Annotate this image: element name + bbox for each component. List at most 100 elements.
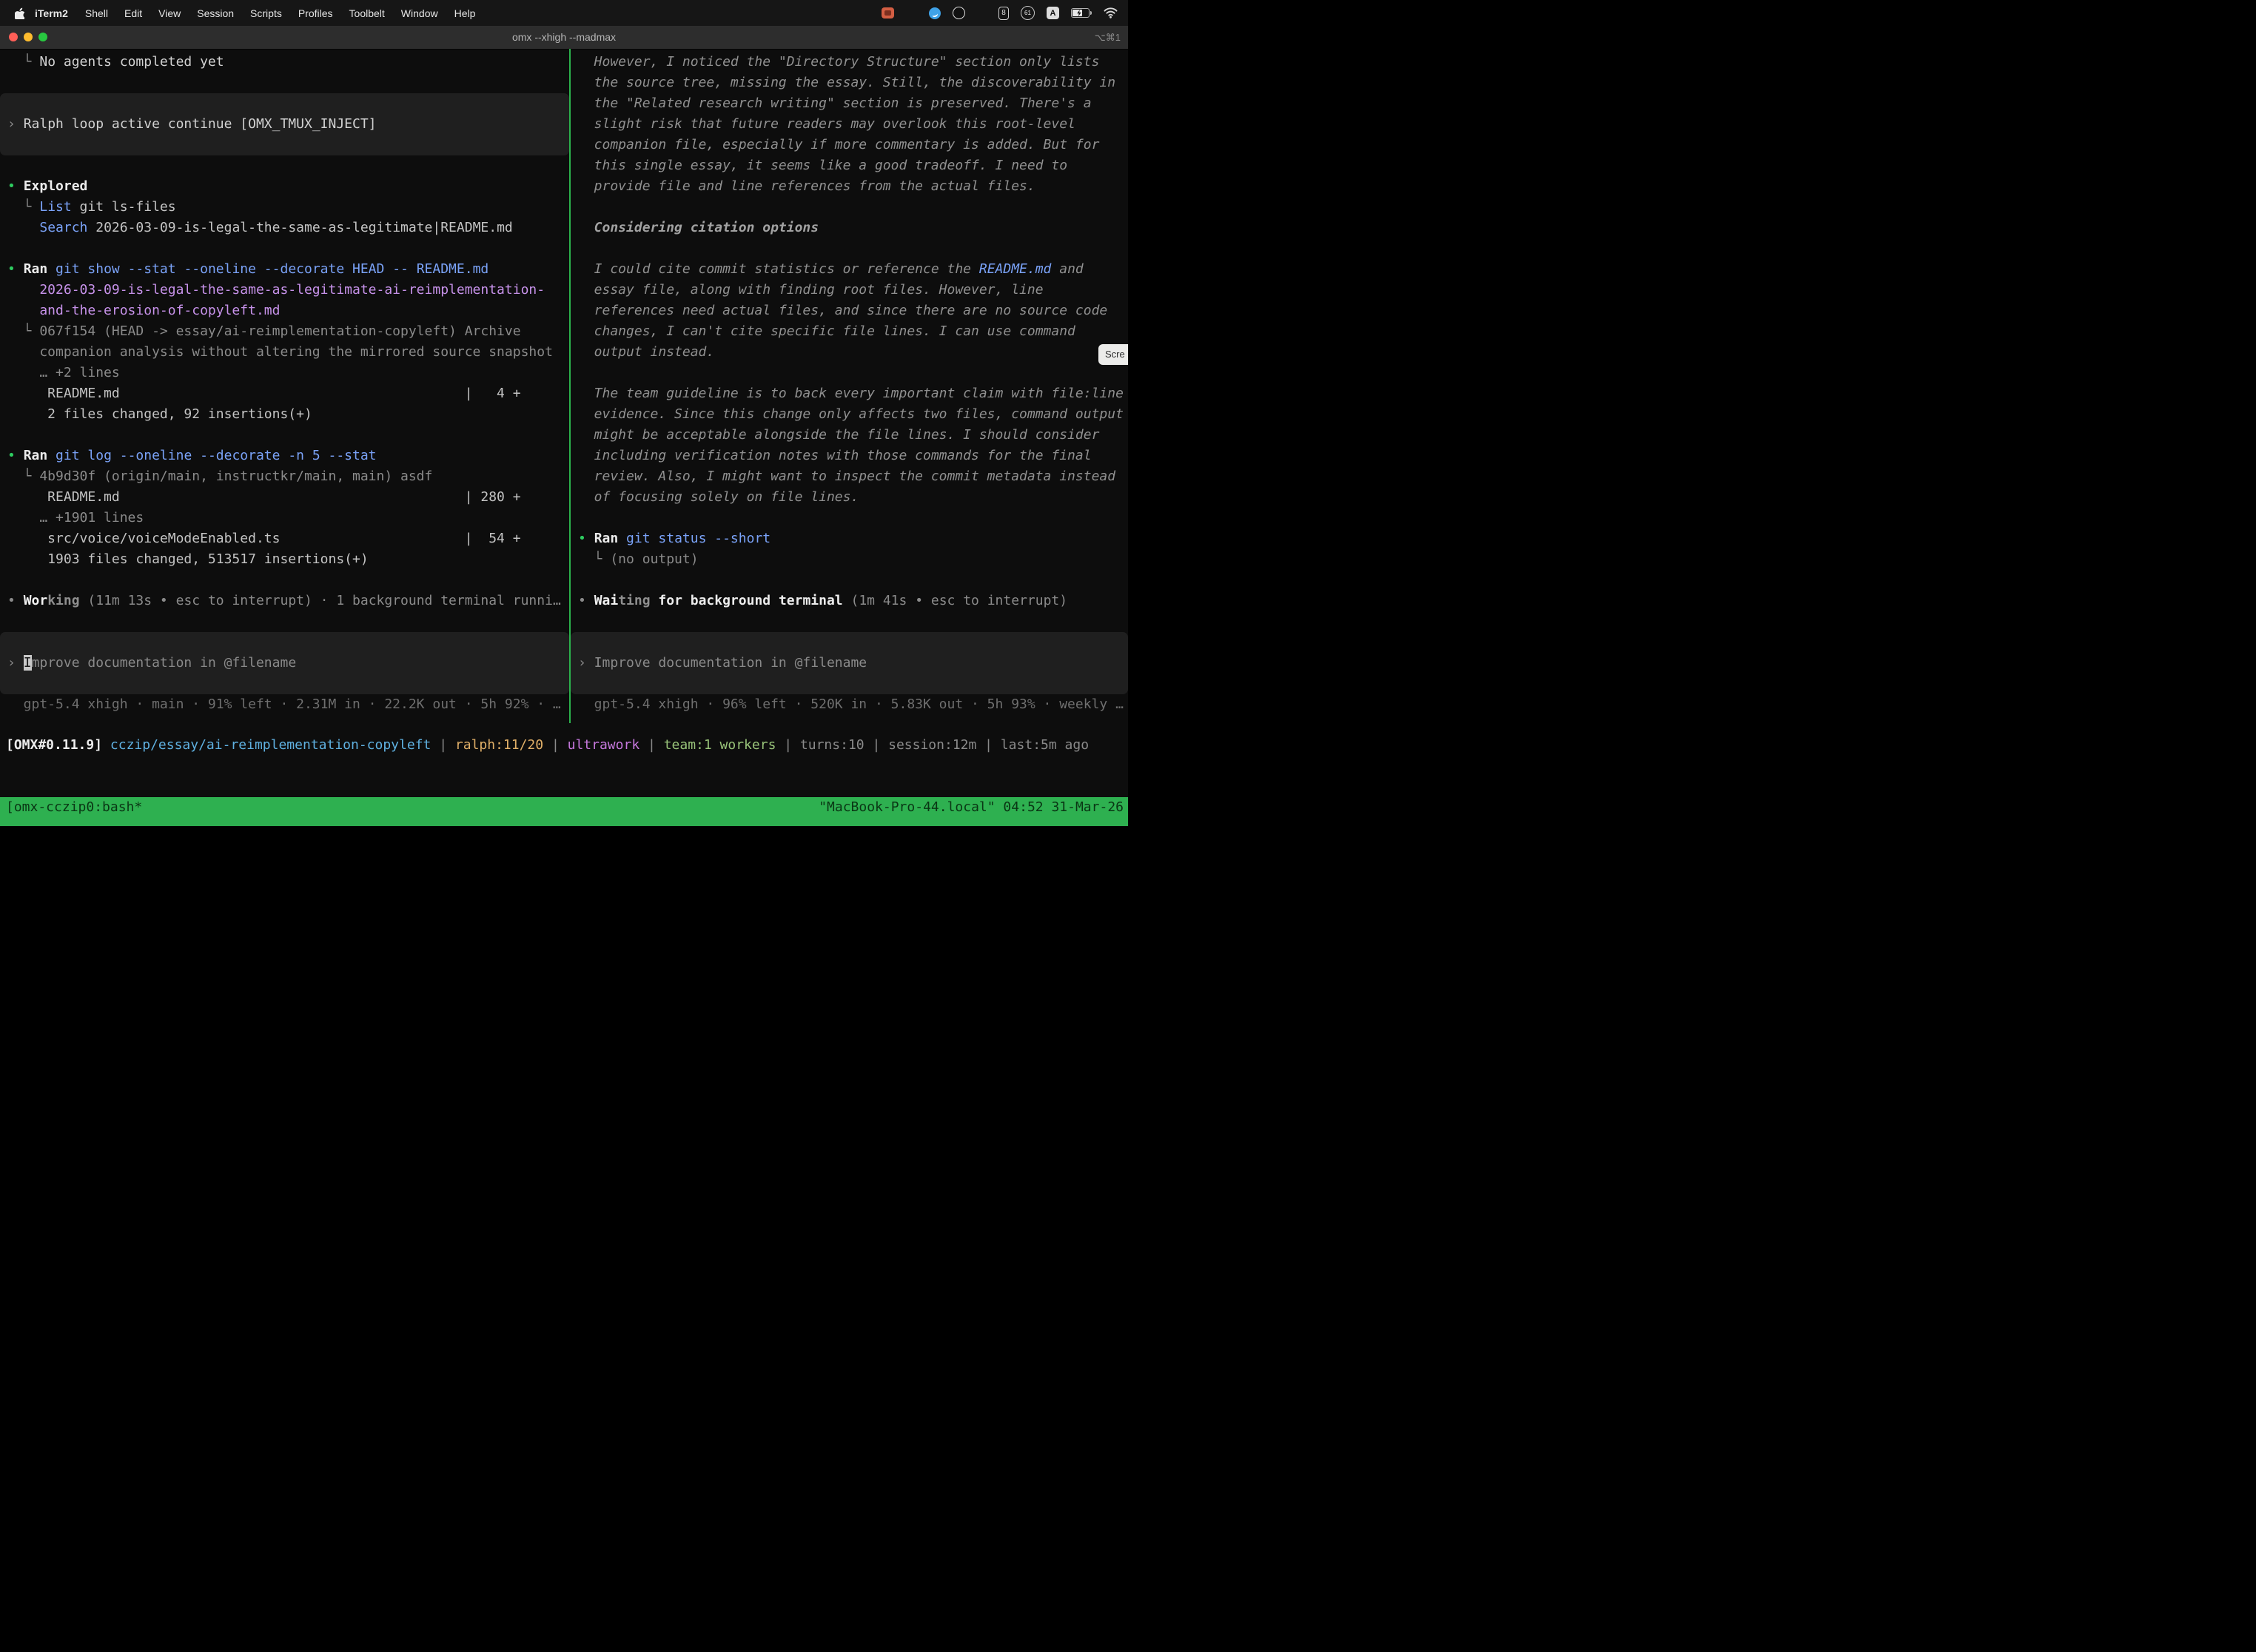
text-segment: 2026-03-09-is-legal-the-same-as-legitima… [87,220,512,235]
gauge-icon[interactable]: 61 [1021,6,1035,20]
text-segment: including verification notes with those … [578,448,1092,463]
text-segment: of focusing solely on file lines. [578,489,859,505]
terminal-line: references need actual files, and since … [571,300,1128,321]
menu-item-toolbelt[interactable]: Toolbelt [341,7,393,19]
screen-overlay-button[interactable]: Scre [1098,344,1128,365]
text-segment: review. Also, I might want to inspect th… [578,469,1115,484]
text-segment: the "Related research writing" section i… [578,95,1092,111]
text-segment [47,261,56,277]
menu-item-edit[interactable]: Edit [116,7,150,19]
menu-item-view[interactable]: View [150,7,189,19]
text-segment: List [39,199,71,215]
text-segment: git status --short [626,531,771,546]
text-segment: ultrawork [568,737,640,753]
terminal-line: src/voice/voiceModeEnabled.ts | 54 + [0,528,569,549]
terminal-line: review. Also, I might want to inspect th… [571,466,1128,487]
menubar: iTerm2 ShellEditViewSessionScriptsProfil… [0,0,1128,26]
terminal-line [0,570,569,591]
prompt-input[interactable]: › Improve documentation in @filename [571,653,1128,674]
circle-app-icon[interactable] [953,7,965,19]
terminal-line: 2 files changed, 92 insertions(+) [0,404,569,425]
text-segment: └ 067f154 (HEAD -> essay/ai-reimplementa… [7,323,521,339]
wifi-icon[interactable] [1104,7,1118,19]
terminal-line: gpt-5.4 xhigh · main · 91% left · 2.31M … [0,694,569,715]
menu-item-window[interactable]: Window [393,7,446,19]
terminal-line: └ (no output) [571,549,1128,570]
swift-icon[interactable] [929,7,941,19]
terminal-line: changes, I can't cite specific file line… [571,321,1128,342]
text-segment: gpt-5.4 xhigh · main · 91% left · 2.31M … [7,696,561,712]
terminal-line: including verification notes with those … [571,446,1128,466]
text-segment: … +2 lines [7,365,120,380]
text-segment: Ran [24,448,48,463]
text-segment: 1903 files changed, 513517 insertions(+) [7,551,369,567]
menu-item-help[interactable]: Help [446,7,484,19]
input-source-icon[interactable]: A [1047,7,1059,19]
text-segment: this single essay, it seems like a good … [578,158,1067,173]
text-segment: git ls-files [72,199,176,215]
terminal-line: this single essay, it seems like a good … [571,155,1128,176]
terminal-line: • Working (11m 13s • esc to interrupt) ·… [0,591,569,611]
text-segment: However, I noticed the "Directory Struct… [578,54,1099,70]
text-segment: companion file, especially if more comme… [578,137,1099,152]
text-segment: README.md | 280 + [7,489,521,505]
terminal-line [571,363,1128,383]
apple-logo-icon [15,7,24,19]
text-segment: might be acceptable alongside the file l… [578,427,1099,443]
apple-menu[interactable] [0,7,24,19]
terminal-line: I could cite commit statistics or refere… [571,259,1128,280]
terminal-line: └ 067f154 (HEAD -> essay/ai-reimplementa… [0,321,569,342]
terminal-line: • Ran git status --short [571,528,1128,549]
terminal-line: Considering citation options [571,218,1128,238]
text-segment: └ (no output) [578,551,699,567]
battery-icon[interactable] [1071,8,1092,18]
prompt-input[interactable] [0,674,569,694]
text-segment: • [7,261,24,277]
terminal-line [0,73,569,93]
text-segment: └ [7,54,39,70]
apps-grid-icon[interactable] [977,8,987,18]
terminal-line [0,425,569,446]
text-segment: [OMX#0.11.9] [6,737,110,753]
prompt-input[interactable]: › Improve documentation in @filename [0,653,569,674]
window-grid-icon[interactable] [906,7,917,19]
terminal-line: the "Related research writing" section i… [571,93,1128,114]
terminal-line: essay file, along with finding root file… [571,280,1128,300]
text-segment: changes, I can't cite specific file line… [578,323,1075,339]
terminal-line: … +1901 lines [0,508,569,528]
right-terminal-pane[interactable]: However, I noticed the "Directory Struct… [571,49,1128,718]
text-segment: Ralph loop active continue [OMX_TMUX_INJ… [24,116,377,132]
menu-item-shell[interactable]: Shell [77,7,116,19]
terminal-line: README.md | 280 + [0,487,569,508]
menu-item-profiles[interactable]: Profiles [290,7,341,19]
terminal-line [0,611,569,632]
terminal-line: evidence. Since this change only affects… [571,404,1128,425]
text-segment: • [578,531,594,546]
menu-extra-icon[interactable]: 8 [998,7,1009,20]
gauge-value: 61 [1024,10,1031,16]
terminal-line: companion analysis without altering the … [0,342,569,363]
text-segment: › Improve documentation in @filename [578,655,867,671]
menu-item-scripts[interactable]: Scripts [242,7,290,19]
text-segment: Wor [24,593,48,608]
terminal-line: and-the-erosion-of-copyleft.md [0,300,569,321]
menu-item-session[interactable]: Session [189,7,242,19]
text-segment: (1m 41s • esc to interrupt) [843,593,1067,608]
titlebar: omx --xhigh --madmax ⌥⌘1 [0,26,1128,50]
text-segment: provide file and line references from th… [578,178,1035,194]
active-app-name[interactable]: iTerm2 [24,7,77,19]
screen-recording-indicator-icon[interactable] [882,7,894,19]
text-segment: | [431,737,455,753]
text-segment: 2026-03-09-is-legal-the-same-as-legitima… [7,282,545,298]
left-terminal-pane[interactable]: └ No agents completed yet› Ralph loop ac… [0,49,569,718]
menu-extra-glyph: 8 [1001,9,1006,17]
terminal-line: • Explored [0,176,569,197]
prompt-input[interactable] [571,674,1128,694]
text-segment: (11m 13s • esc to interrupt) · 1 backgro… [80,593,561,608]
prompt-input[interactable] [0,632,569,653]
text-segment: └ [7,199,39,215]
text-segment: • [578,593,594,608]
text-segment [47,448,56,463]
terminal-line [571,197,1128,218]
prompt-input[interactable] [571,632,1128,653]
